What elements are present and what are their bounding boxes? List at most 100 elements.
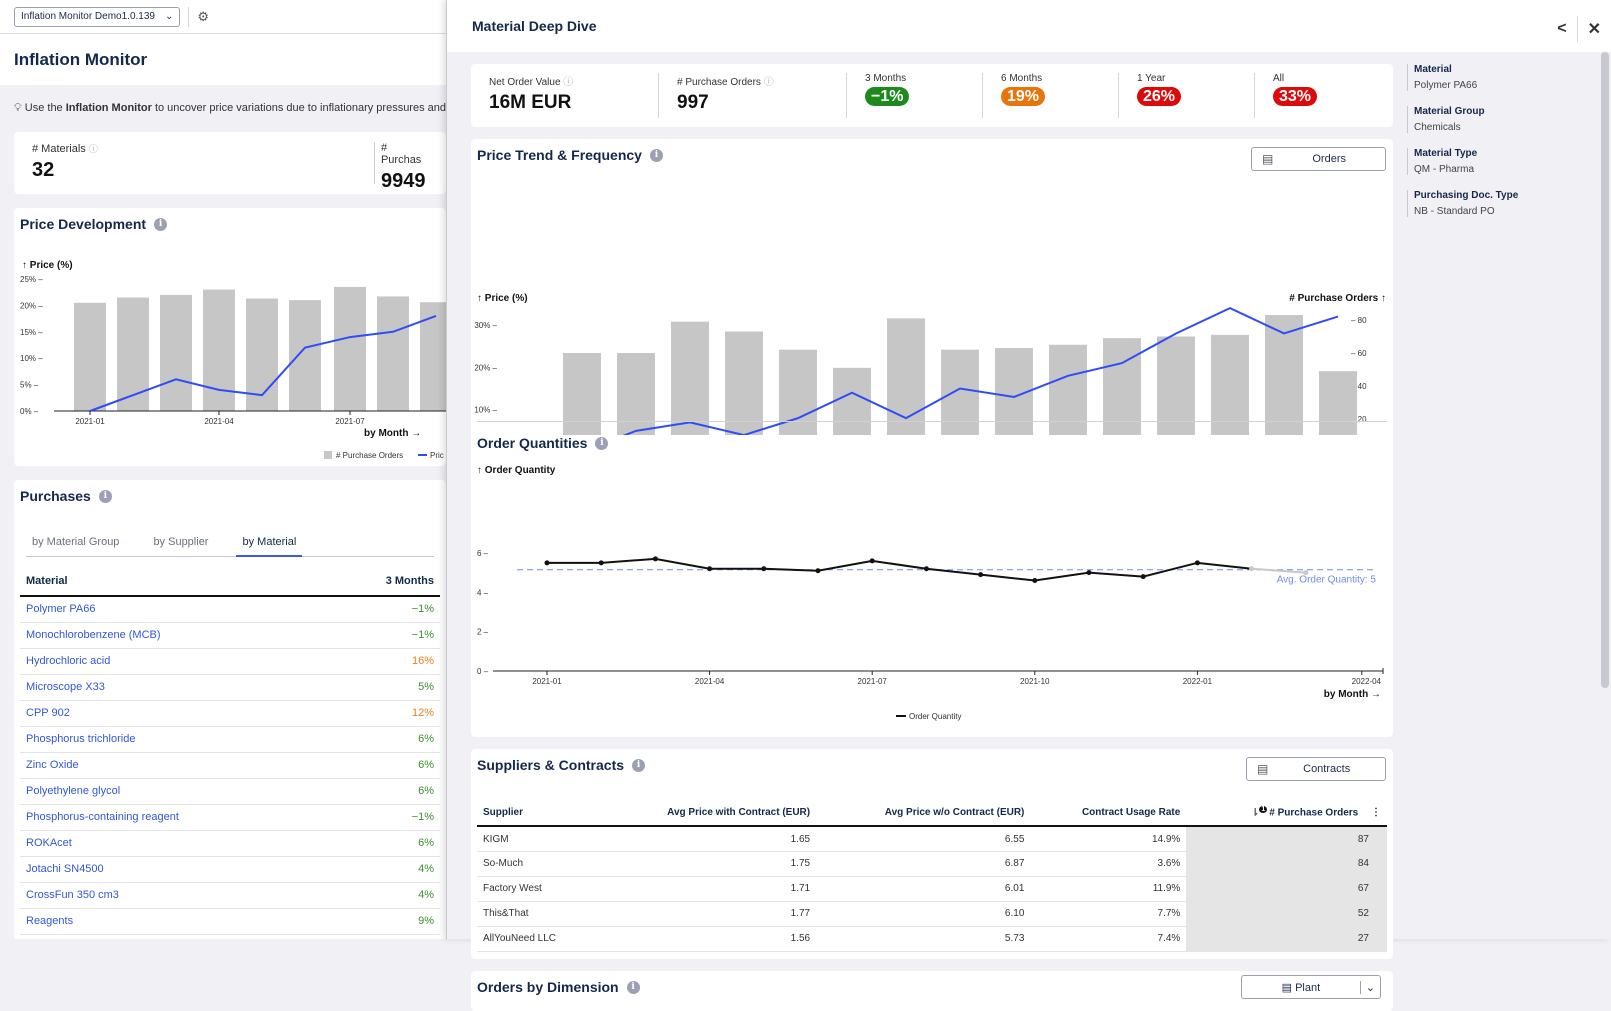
- table-row[interactable]: CrossFun 350 cm3 4%: [20, 882, 440, 909]
- material-link[interactable]: CPP 902: [26, 707, 70, 719]
- table-row[interactable]: CPP 902 12%: [20, 700, 440, 727]
- kpi-materials: # Materials ⓘ 32: [32, 143, 98, 181]
- app-version-selector[interactable]: Inflation Monitor Demo1.0.139 ⌄: [14, 6, 181, 27]
- info-icon[interactable]: ⓘ: [89, 144, 98, 154]
- material-deep-dive-panel: Material Deep Dive < ✕ Net Order Value ⓘ…: [446, 0, 1611, 1011]
- attribute-key: Purchasing Doc. Type: [1414, 190, 1519, 201]
- data-point-2021-01: [544, 560, 550, 566]
- table-cell: 6.87: [816, 851, 1031, 877]
- info-icon[interactable]: i: [154, 217, 168, 231]
- legend-label: Pric: [430, 451, 444, 460]
- tab-by-material-group[interactable]: by Material Group: [26, 532, 125, 556]
- material-link[interactable]: ROKAcet: [26, 837, 72, 849]
- material-link[interactable]: Phosphorus trichloride: [26, 733, 135, 745]
- dimension-select[interactable]: ▤ Plant ⌄: [1241, 975, 1381, 999]
- period-label: 3 Months: [865, 73, 907, 84]
- bar-2021-04: [203, 289, 235, 411]
- three-months-value: 6%: [327, 726, 440, 753]
- page-title: Inflation Monitor: [0, 34, 460, 85]
- bar-2022-03: [1319, 371, 1357, 435]
- table-row[interactable]: Reagents 9%: [20, 908, 440, 935]
- more-options-icon[interactable]: ⋮: [1368, 807, 1381, 818]
- data-point-2021-09: [978, 572, 984, 578]
- attribute-value: QM - Pharma: [1414, 164, 1475, 175]
- material-link[interactable]: Phosphorus-containing reagent: [26, 811, 179, 823]
- info-icon[interactable]: i: [98, 489, 112, 503]
- summary-purchase-orders: # Purchase Orders ⓘ 997: [659, 73, 847, 118]
- x-tick-label: 2022-01: [1183, 677, 1213, 686]
- material-link[interactable]: Microscope X33: [26, 681, 105, 693]
- table-row[interactable]: This&That 1.77 6.10 7.7% 52: [477, 901, 1387, 927]
- bar-2021-06: [289, 300, 321, 411]
- column-header-3-months[interactable]: 3 Months: [327, 567, 440, 597]
- scrollbar[interactable]: [1601, 52, 1609, 688]
- table-row[interactable]: Polyethylene glycol 6%: [20, 778, 440, 805]
- table-cell: 6.55: [816, 826, 1031, 852]
- column-header[interactable]: ⇂ 1 # Purchase Orders ⋮: [1186, 799, 1387, 828]
- info-icon[interactable]: ⓘ: [764, 77, 774, 88]
- column-header[interactable]: Contract Usage Rate: [1030, 799, 1187, 828]
- legend-label: # Purchase Orders: [336, 451, 403, 460]
- table-row[interactable]: Monochlorobenzene (MCB) −1%: [20, 622, 440, 649]
- y-axis-title: ↑ Price (%): [22, 260, 73, 271]
- period-value: 26%: [1137, 84, 1236, 106]
- close-icon[interactable]: ✕: [1588, 19, 1601, 39]
- table-row[interactable]: Phosphorus-containing reagent −1%: [20, 804, 440, 831]
- info-icon[interactable]: i: [632, 758, 646, 772]
- table-row[interactable]: Jotachi SN4500 4%: [20, 856, 440, 883]
- column-header[interactable]: Avg Price w/o Contract (EUR): [816, 799, 1031, 828]
- material-link[interactable]: Polymer PA66: [26, 603, 96, 615]
- material-link[interactable]: CrossFun 350 cm3: [26, 889, 119, 901]
- column-header[interactable]: Supplier: [477, 799, 598, 828]
- material-cell: CrossFun 350 cm3: [20, 882, 328, 909]
- table-row[interactable]: ROKAcet 6%: [20, 830, 440, 857]
- column-header[interactable]: Avg Price with Contract (EUR): [597, 799, 817, 828]
- x-tick-label: 2022-04: [1352, 677, 1382, 686]
- y-right-tick-label: – 60: [1351, 349, 1367, 358]
- info-icon[interactable]: i: [595, 436, 609, 450]
- material-link[interactable]: Jotachi SN4500: [26, 863, 104, 875]
- table-row[interactable]: Polymer PA66 −1%: [20, 596, 440, 623]
- kpi-card: # Materials ⓘ 32 # Purchas 9949: [14, 132, 446, 194]
- table-cell: KIGM: [477, 826, 598, 852]
- table-row[interactable]: So-Much 1.75 6.87 3.6% 84: [477, 851, 1387, 877]
- inflation-monitor-page: Inflation Monitor Demo1.0.139 ⌄ ⚙ Inflat…: [0, 0, 460, 939]
- table-row[interactable]: Factory West 1.71 6.01 11.9% 67: [477, 876, 1387, 902]
- y-right-tick-label: – 80: [1351, 316, 1367, 325]
- contracts-button[interactable]: ▤ Contracts: [1246, 757, 1386, 781]
- bar-2021-07: [334, 286, 366, 411]
- table-row[interactable]: Hydrochloric acid 16%: [20, 648, 440, 675]
- chevron-down-icon[interactable]: ⌄: [1359, 980, 1380, 994]
- material-link[interactable]: Polyethylene glycol: [26, 785, 120, 797]
- material-link[interactable]: Zinc Oxide: [26, 759, 79, 771]
- kpi-purchase-orders: # Purchas 9949: [373, 142, 428, 192]
- column-header-material[interactable]: Material: [20, 567, 328, 597]
- table-cell: 7.7%: [1030, 901, 1187, 927]
- orders-button[interactable]: ▤ Orders: [1251, 147, 1386, 171]
- table-row[interactable]: KIGM 1.65 6.55 14.9% 87: [477, 826, 1387, 852]
- bar-2021-01: [563, 353, 601, 435]
- material-cell: Reagents: [20, 908, 328, 935]
- table-cell: So-Much: [477, 851, 598, 877]
- table-cell: 11.9%: [1030, 876, 1187, 902]
- tab-by-material[interactable]: by Material: [236, 532, 303, 557]
- materials-table: Material 3 Months Polymer PA66 −1% Monochl…: [20, 567, 440, 935]
- three-months-value: 16%: [327, 648, 440, 675]
- table-row[interactable]: Phosphorus trichloride 6%: [20, 726, 440, 753]
- table-row[interactable]: Zinc Oxide 6%: [20, 752, 440, 779]
- info-icon[interactable]: i: [626, 980, 640, 994]
- material-link[interactable]: Reagents: [26, 915, 73, 927]
- info-icon[interactable]: i: [649, 148, 663, 162]
- share-icon[interactable]: <: [1557, 20, 1566, 38]
- data-point-2021-05: [761, 566, 767, 572]
- table-cell: 6.01: [816, 876, 1031, 902]
- period-value: −1%: [865, 84, 964, 106]
- attribute-item: Material Polymer PA66: [1407, 64, 1587, 91]
- material-link[interactable]: Hydrochloric acid: [26, 655, 110, 667]
- price-development-chart: ↑ Price (%) 0% – 5% – 10% – 15% – 20% – 25% – 2…: [20, 260, 454, 460]
- tab-by-supplier[interactable]: by Supplier: [147, 532, 214, 556]
- info-icon[interactable]: ⓘ: [563, 77, 573, 88]
- gear-icon[interactable]: ⚙: [197, 9, 209, 25]
- material-link[interactable]: Monochlorobenzene (MCB): [26, 629, 161, 641]
- table-row[interactable]: Microscope X33 5%: [20, 674, 440, 701]
